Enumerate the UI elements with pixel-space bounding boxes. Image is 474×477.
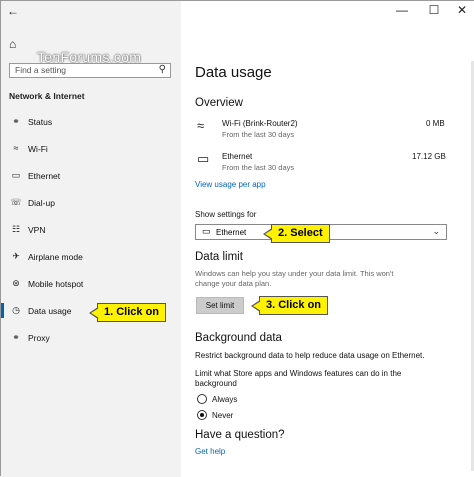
overview-heading: Overview bbox=[195, 97, 243, 109]
sidebar-item-vpn[interactable]: ☷ VPN bbox=[9, 224, 179, 240]
dropdown-value: Ethernet bbox=[216, 228, 247, 237]
data-limit-desc-2: change your data plan. bbox=[195, 279, 272, 288]
ethernet-usage-value: 17.12 GB bbox=[412, 152, 446, 161]
sidebar-item-dialup[interactable]: ☏ Dial-up bbox=[9, 197, 179, 213]
wifi-icon: ≈ bbox=[197, 118, 205, 133]
get-help-link[interactable]: Get help bbox=[195, 447, 225, 456]
radio-never-label: Never bbox=[212, 411, 234, 420]
search-icon[interactable]: ⚲ bbox=[159, 64, 166, 75]
callout-arrow-fill bbox=[253, 301, 261, 311]
ethernet-icon: ▭ bbox=[202, 226, 211, 236]
callout-1-text: 1. Click on bbox=[104, 306, 160, 318]
wifi-network-name: Wi-Fi (Brink-Router2) bbox=[222, 119, 298, 128]
background-data-heading: Background data bbox=[195, 332, 282, 344]
search-input[interactable]: Find a setting ⚲ bbox=[9, 63, 171, 78]
wifi-period: From the last 30 days bbox=[222, 130, 295, 139]
section-heading: Network & Internet bbox=[9, 91, 85, 101]
ethernet-icon: ▭ bbox=[197, 151, 210, 166]
background-desc: Restrict background data to help reduce … bbox=[195, 351, 425, 360]
callout-3-text: 3. Click on bbox=[266, 299, 322, 311]
background-question-1: Limit what Store apps and Windows featur… bbox=[195, 369, 402, 378]
data-usage-icon: ◷ bbox=[12, 305, 20, 315]
ethernet-icon: ▭ bbox=[11, 170, 21, 180]
minimize-button[interactable]: — bbox=[394, 3, 410, 17]
search-placeholder: Find a setting bbox=[15, 65, 67, 75]
vpn-icon: ☷ bbox=[11, 224, 21, 234]
ethernet-name: Ethernet bbox=[222, 152, 253, 161]
background-question-2: background bbox=[195, 379, 237, 388]
sidebar-item-proxy[interactable]: ⚭ Proxy bbox=[9, 332, 179, 348]
phone-icon: ☏ bbox=[10, 197, 22, 207]
settings-window: ← TenForums.com ⌂ Find a setting ⚲ Netwo… bbox=[0, 0, 474, 477]
sidebar-item-airplane[interactable]: ✈ Airplane mode bbox=[9, 251, 179, 267]
radio-always[interactable] bbox=[197, 394, 207, 404]
set-limit-button[interactable]: Set limit bbox=[196, 297, 244, 314]
callout-arrow-fill bbox=[91, 308, 99, 318]
wifi-icon: ≈ bbox=[13, 143, 19, 153]
callout-arrow-fill bbox=[265, 229, 273, 239]
callout-3: 3. Click on bbox=[251, 296, 329, 315]
wifi-usage-value: 0 MB bbox=[426, 119, 445, 128]
globe-icon: ⚭ bbox=[12, 116, 20, 126]
view-usage-per-app-link[interactable]: View usage per app bbox=[195, 180, 266, 189]
home-icon[interactable]: ⌂ bbox=[9, 37, 16, 51]
airplane-icon: ✈ bbox=[12, 251, 20, 261]
radio-always-label: Always bbox=[212, 395, 238, 404]
sidebar-item-ethernet[interactable]: ▭ Ethernet bbox=[9, 170, 179, 186]
sidebar-item-wifi[interactable]: ≈ Wi-Fi bbox=[9, 143, 179, 159]
show-settings-label: Show settings for bbox=[195, 210, 257, 219]
callout-2-text: 2. Select bbox=[278, 227, 323, 239]
globe-icon: ⚭ bbox=[12, 332, 20, 342]
radio-never[interactable] bbox=[197, 410, 207, 420]
sidebar: ← TenForums.com ⌂ Find a setting ⚲ Netwo… bbox=[1, 1, 181, 477]
page-title: Data usage bbox=[195, 64, 272, 81]
sidebar-item-status[interactable]: ⚭ Status bbox=[9, 116, 179, 132]
chevron-down-icon[interactable]: ⌄ bbox=[432, 226, 440, 237]
data-limit-desc-1: Windows can help you stay under your dat… bbox=[195, 269, 394, 278]
close-button[interactable]: ✕ bbox=[454, 3, 470, 17]
selection-indicator bbox=[1, 303, 4, 318]
callout-1: 1. Click on bbox=[89, 303, 167, 322]
data-limit-heading: Data limit bbox=[195, 251, 243, 263]
maximize-button[interactable]: ☐ bbox=[426, 3, 442, 17]
back-arrow-icon[interactable]: ← bbox=[7, 4, 19, 18]
ethernet-period: From the last 30 days bbox=[222, 163, 295, 172]
sidebar-item-hotspot[interactable]: ⊛ Mobile hotspot bbox=[9, 278, 179, 294]
hotspot-icon: ⊛ bbox=[12, 278, 20, 288]
question-heading: Have a question? bbox=[195, 429, 285, 441]
callout-2: 2. Select bbox=[263, 224, 330, 243]
